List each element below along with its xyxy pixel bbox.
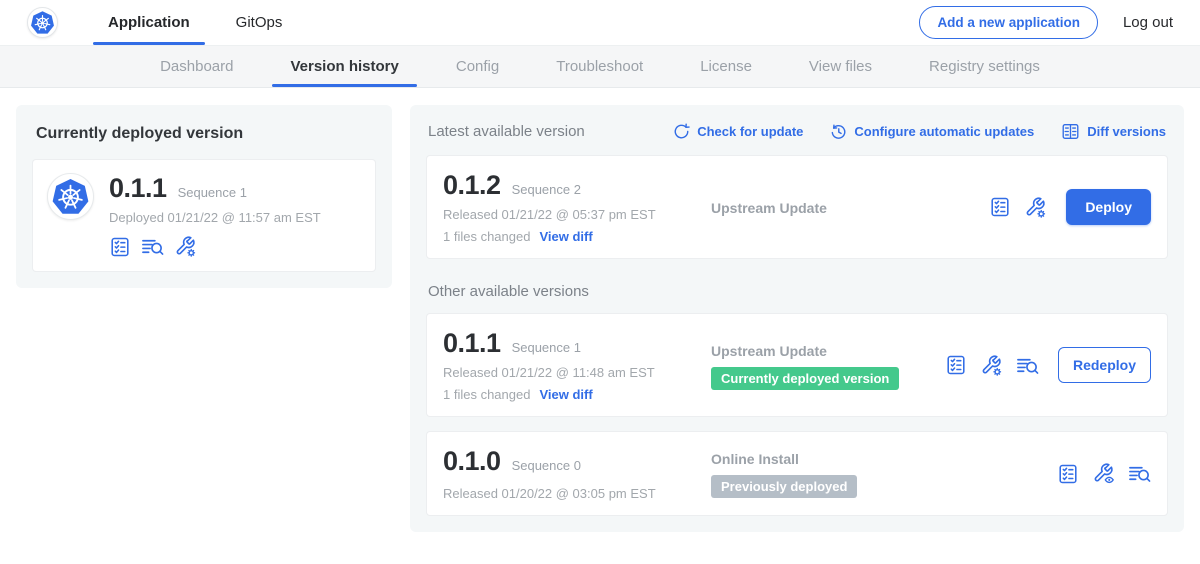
released-timestamp: Released 01/21/22 @ 11:48 am EST [443, 365, 697, 380]
deployed-sequence: Sequence 1 [178, 185, 247, 200]
top-tabs: Application GitOps [93, 0, 297, 45]
app-logo [47, 173, 94, 220]
logout-link[interactable]: Log out [1123, 14, 1173, 31]
tab-gitops-label: GitOps [236, 14, 283, 31]
sequence-label: Sequence 1 [512, 340, 581, 355]
log-search-icon [1128, 462, 1151, 485]
kubernetes-helm-icon [51, 177, 90, 216]
version-card-0-1-1: 0.1.1 Sequence 1 Released 01/21/22 @ 11:… [426, 313, 1168, 417]
deployed-panel-title: Currently deployed version [36, 125, 376, 143]
refresh-icon [673, 123, 690, 140]
subnav-tab-label: Version history [290, 58, 398, 75]
tab-application-label: Application [108, 14, 190, 31]
release-notes-button[interactable] [989, 196, 1011, 218]
latest-available-title: Latest available version [428, 123, 585, 140]
diff-columns-icon [1061, 122, 1080, 141]
app-subnav: Dashboard Version history Config Trouble… [0, 45, 1200, 88]
configure-automatic-updates-label: Configure automatic updates [854, 124, 1034, 139]
edit-config-button[interactable] [1024, 196, 1047, 219]
configure-automatic-updates-link[interactable]: Configure automatic updates [830, 123, 1034, 140]
subnav-tab-version-history[interactable]: Version history [290, 46, 398, 87]
log-search-icon [141, 235, 164, 258]
checklist-icon [945, 354, 967, 376]
currently-deployed-badge: Currently deployed version [711, 367, 899, 390]
subnav-tab-label: License [700, 58, 752, 75]
version-number: 0.1.2 [443, 170, 501, 201]
subnav-tab-config[interactable]: Config [456, 46, 499, 87]
subnav-tab-label: Registry settings [929, 58, 1040, 75]
view-config-button[interactable] [1092, 462, 1115, 485]
subnav-tab-label: View files [809, 58, 872, 75]
tab-gitops[interactable]: GitOps [221, 0, 298, 45]
redeploy-button[interactable]: Redeploy [1058, 347, 1151, 383]
deployed-timestamp: Deployed 01/21/22 @ 11:57 am EST [109, 210, 321, 225]
release-notes-button[interactable] [945, 354, 967, 376]
files-changed-label: 1 files changed [443, 387, 530, 402]
sequence-label: Sequence 2 [512, 182, 581, 197]
currently-deployed-panel: Currently deployed version 0.1.1 Sequenc… [16, 105, 392, 288]
deployed-version-number: 0.1.1 [109, 173, 167, 204]
kubernetes-logo [27, 7, 58, 38]
subnav-tab-label: Troubleshoot [556, 58, 643, 75]
version-card-0-1-0: 0.1.0 Sequence 0 Released 01/20/22 @ 03:… [426, 431, 1168, 516]
wrench-gear-icon [174, 235, 197, 258]
add-application-button[interactable]: Add a new application [919, 6, 1098, 39]
edit-config-button[interactable] [980, 354, 1003, 377]
release-notes-button[interactable] [1057, 463, 1079, 485]
view-logs-button[interactable] [141, 235, 164, 258]
checklist-icon [989, 196, 1011, 218]
subnav-tab-label: Config [456, 58, 499, 75]
files-changed-label: 1 files changed [443, 229, 530, 244]
subnav-tab-view-files[interactable]: View files [809, 46, 872, 87]
check-for-update-label: Check for update [697, 124, 803, 139]
deploy-button[interactable]: Deploy [1066, 189, 1151, 225]
deployed-version-card: 0.1.1 Sequence 1 Deployed 01/21/22 @ 11:… [32, 159, 376, 272]
version-source-label: Upstream Update [711, 200, 981, 216]
top-navbar: Application GitOps Add a new application… [0, 0, 1200, 45]
clock-arrow-icon [830, 123, 847, 140]
checklist-icon [109, 236, 131, 258]
wrench-eye-icon [1092, 462, 1115, 485]
main-content: Currently deployed version 0.1.1 Sequenc… [0, 88, 1200, 532]
kubernetes-helm-icon [30, 10, 55, 35]
wrench-gear-icon [980, 354, 1003, 377]
diff-versions-label: Diff versions [1087, 124, 1166, 139]
version-number: 0.1.1 [443, 328, 501, 359]
view-diff-link[interactable]: View diff [539, 387, 592, 402]
subnav-tab-label: Dashboard [160, 58, 233, 75]
version-source-label: Upstream Update [711, 343, 937, 359]
subnav-tab-troubleshoot[interactable]: Troubleshoot [556, 46, 643, 87]
wrench-gear-icon [1024, 196, 1047, 219]
version-card-0-1-2: 0.1.2 Sequence 2 Released 01/21/22 @ 05:… [426, 155, 1168, 259]
version-source-label: Online Install [711, 451, 1049, 467]
released-timestamp: Released 01/20/22 @ 03:05 pm EST [443, 486, 697, 501]
view-diff-link[interactable]: View diff [539, 229, 592, 244]
check-for-update-link[interactable]: Check for update [673, 123, 803, 140]
subnav-tab-registry-settings[interactable]: Registry settings [929, 46, 1040, 87]
other-versions-title: Other available versions [428, 283, 1166, 300]
subnav-tab-dashboard[interactable]: Dashboard [160, 46, 233, 87]
release-notes-button[interactable] [109, 236, 131, 258]
released-timestamp: Released 01/21/22 @ 05:37 pm EST [443, 207, 697, 222]
available-versions-panel: Latest available version Check for updat… [410, 105, 1184, 532]
sequence-label: Sequence 0 [512, 458, 581, 473]
version-number: 0.1.0 [443, 446, 501, 477]
subnav-tab-license[interactable]: License [700, 46, 752, 87]
checklist-icon [1057, 463, 1079, 485]
edit-config-button[interactable] [174, 235, 197, 258]
log-search-icon [1016, 354, 1039, 377]
diff-versions-link[interactable]: Diff versions [1061, 122, 1166, 141]
view-logs-button[interactable] [1016, 354, 1039, 377]
previously-deployed-badge: Previously deployed [711, 475, 857, 498]
tab-application[interactable]: Application [93, 0, 205, 45]
view-logs-button[interactable] [1128, 462, 1151, 485]
